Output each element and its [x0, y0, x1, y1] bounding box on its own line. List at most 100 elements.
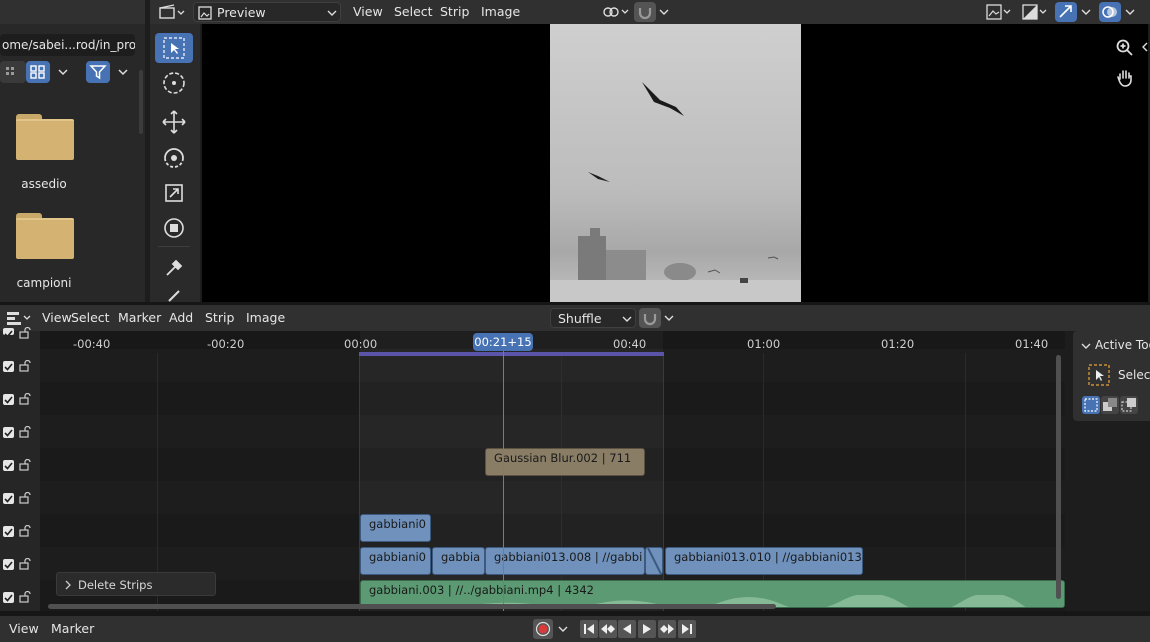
- pan-button[interactable]: [1114, 67, 1136, 89]
- jump-start-button[interactable]: [580, 620, 598, 638]
- jump-keyframe-back-button[interactable]: [599, 620, 617, 638]
- movie-strip[interactable]: gabbiani013.008 | //gabbi: [485, 547, 645, 575]
- menu-image[interactable]: Image: [481, 0, 520, 24]
- cursor-tool[interactable]: [155, 68, 193, 98]
- effect-strip[interactable]: Gaussian Blur.002 | 711: [485, 448, 645, 476]
- jump-end-button[interactable]: [678, 620, 696, 638]
- display-channels-button[interactable]: [984, 2, 1016, 22]
- folder-icon[interactable]: [16, 114, 74, 160]
- channel-mute-checkbox[interactable]: [3, 460, 14, 471]
- play-reverse-button[interactable]: [618, 620, 636, 638]
- pivot-point-button[interactable]: [600, 3, 632, 21]
- channel-mute-checkbox[interactable]: [3, 328, 14, 338]
- auto-keying-dropdown[interactable]: [555, 621, 571, 637]
- current-time-indicator[interactable]: 00:21+15: [473, 333, 533, 351]
- seq-menu-strip[interactable]: Strip: [205, 305, 234, 331]
- time-tick: 01:40: [1015, 337, 1049, 351]
- file-browser-scrollbar[interactable]: [139, 70, 143, 134]
- last-operator-panel[interactable]: Delete Strips: [56, 572, 216, 596]
- snapping-dropdown[interactable]: [656, 4, 672, 20]
- footer-menu-view[interactable]: View: [9, 616, 39, 642]
- sidebar-toggle[interactable]: [1140, 40, 1150, 54]
- seq-snapping-toggle[interactable]: [639, 308, 661, 328]
- pencil-icon: [168, 290, 180, 302]
- channel-mute-checkbox[interactable]: [3, 493, 14, 504]
- channel-mute-checkbox[interactable]: [3, 427, 14, 438]
- channel-lock-toggle[interactable]: [18, 491, 32, 504]
- file-path-field[interactable]: ome/sabei...rod/in_prog/: [0, 34, 135, 56]
- movie-strip[interactable]: gabbiani0: [360, 514, 431, 542]
- overlay-toggle[interactable]: [1099, 2, 1121, 22]
- folder-icon[interactable]: [16, 213, 74, 259]
- gizmo-toggle[interactable]: [1055, 2, 1077, 22]
- folder-label[interactable]: assedio: [0, 177, 88, 191]
- chevron-left-icon: [1142, 42, 1148, 52]
- movie-strip[interactable]: gabbiani013.010 | //gabbiani013.: [665, 547, 863, 575]
- channel-mute-checkbox[interactable]: [3, 526, 14, 537]
- move-tool[interactable]: [155, 107, 193, 137]
- channel-mute-checkbox[interactable]: [3, 592, 14, 603]
- seq-snapping-dropdown[interactable]: [661, 310, 677, 326]
- channel-mute-checkbox[interactable]: [3, 361, 14, 372]
- menu-strip[interactable]: Strip: [440, 0, 469, 24]
- overlap-mode-select[interactable]: Shuffle: [550, 308, 636, 328]
- last-operator-label: Delete Strips: [78, 578, 153, 592]
- channel-mute-checkbox[interactable]: [3, 394, 14, 405]
- seq-menu-select[interactable]: Select: [71, 305, 110, 331]
- annotate-tool[interactable]: [155, 287, 193, 302]
- overlay-dropdown[interactable]: [1122, 4, 1138, 20]
- transition-strip[interactable]: [645, 547, 663, 575]
- filter-button[interactable]: [86, 61, 110, 83]
- select-mode-extend-button[interactable]: [1101, 396, 1119, 414]
- seq-menu-marker[interactable]: Marker: [118, 305, 161, 331]
- filter-dropdown[interactable]: [112, 61, 134, 83]
- thumbnail-mode-grid-button[interactable]: [26, 61, 50, 83]
- auto-keying-toggle[interactable]: [533, 619, 553, 639]
- footer-menu-marker[interactable]: Marker: [51, 616, 94, 642]
- thumbnail-mode-vertical-button[interactable]: [0, 61, 26, 83]
- channel-lock-toggle[interactable]: [18, 326, 32, 339]
- movie-strip[interactable]: gabbia: [432, 547, 485, 575]
- gizmo-dropdown[interactable]: [1078, 4, 1094, 20]
- horizontal-scrollbar[interactable]: [48, 604, 776, 609]
- channel-lock-toggle[interactable]: [18, 458, 32, 471]
- channel-lock-toggle[interactable]: [18, 425, 32, 438]
- active-tool-icon: [1088, 364, 1110, 386]
- channel-lock-toggle[interactable]: [18, 557, 32, 570]
- menu-select[interactable]: Select: [394, 0, 433, 24]
- seq-menu-view[interactable]: View: [42, 305, 72, 331]
- view-type-select[interactable]: Preview: [193, 2, 341, 22]
- color-management-button[interactable]: [1020, 2, 1052, 22]
- vertical-scrollbar[interactable]: [1056, 355, 1061, 599]
- editor-type-button[interactable]: [158, 3, 186, 21]
- select-mode-subtract-button[interactable]: [1120, 396, 1138, 414]
- zoom-button[interactable]: [1114, 38, 1136, 58]
- channel-lock-toggle[interactable]: [18, 590, 32, 603]
- select-box-tool[interactable]: [155, 33, 193, 63]
- channel-lock-toggle[interactable]: [18, 524, 32, 537]
- sample-tool[interactable]: [155, 253, 193, 283]
- active-tool-panel-header[interactable]: Active Tool: [1080, 338, 1150, 354]
- movie-strip[interactable]: gabbiani0: [360, 547, 431, 575]
- sequencer-timeline[interactable]: -00:40 -00:20 00:00 00:40 01:00 01:20 01…: [40, 331, 1065, 611]
- display-dropdown[interactable]: [52, 61, 74, 83]
- seq-menu-add[interactable]: Add: [169, 305, 193, 331]
- jump-keyframe-forward-button[interactable]: [658, 620, 676, 638]
- play-button[interactable]: [638, 620, 656, 638]
- scale-tool[interactable]: [155, 178, 193, 208]
- image-icon: [986, 4, 1011, 20]
- select-mode-set-button[interactable]: [1082, 396, 1100, 414]
- menu-view[interactable]: View: [353, 0, 383, 24]
- folder-label[interactable]: campioni: [0, 276, 88, 290]
- channel-lock-toggle[interactable]: [18, 359, 32, 372]
- transform-tool[interactable]: [155, 213, 193, 243]
- eyedropper-icon: [166, 259, 183, 276]
- sequencer-editor-type-button[interactable]: [4, 308, 34, 328]
- unlock-icon: [19, 524, 31, 537]
- channel-lock-toggle[interactable]: [18, 392, 32, 405]
- rotate-tool[interactable]: [155, 143, 193, 173]
- snapping-toggle[interactable]: [634, 2, 656, 22]
- channel-mute-checkbox[interactable]: [3, 559, 14, 570]
- frame-range-bar[interactable]: [359, 352, 664, 356]
- seq-menu-image[interactable]: Image: [246, 305, 285, 331]
